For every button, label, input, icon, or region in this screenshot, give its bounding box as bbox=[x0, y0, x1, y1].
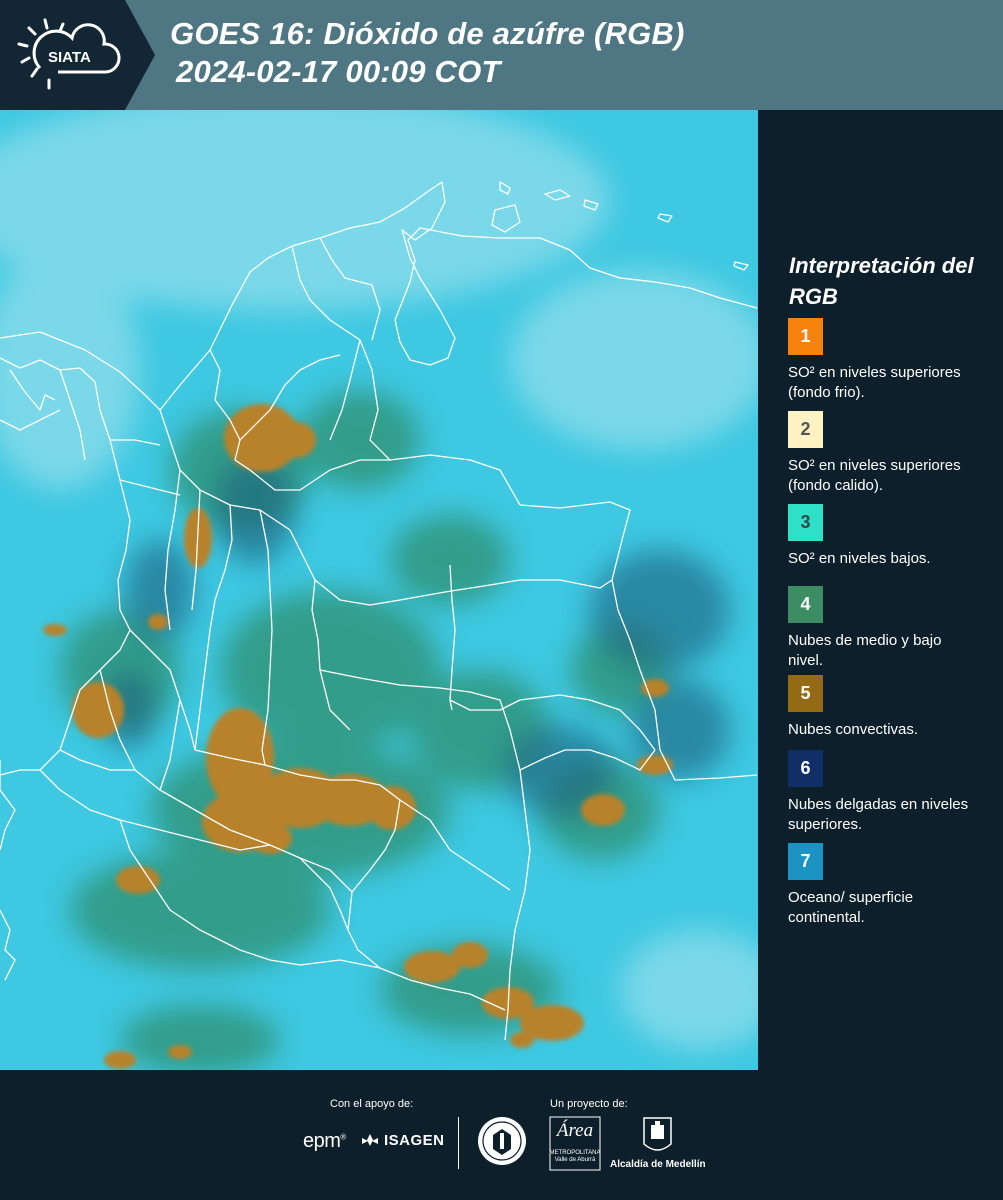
isagen-logo-text: ISAGEN bbox=[384, 1132, 445, 1149]
footer-divider bbox=[458, 1117, 459, 1169]
area-logo-name: Área bbox=[556, 1120, 594, 1141]
legend-description: Nubes delgadas en niveles superiores. bbox=[788, 796, 969, 833]
legend-description: SO² en niveles superiores (fondo calido)… bbox=[788, 457, 961, 494]
medellin-coat-of-arms-icon bbox=[643, 1117, 672, 1151]
legend-item-4: 4 Nubes de medio y bajo nivel. bbox=[788, 586, 988, 671]
isagen-mark-icon bbox=[362, 1133, 378, 1146]
isagen-logo[interactable]: ISAGEN bbox=[360, 1132, 445, 1149]
project-caption: Un proyecto de: bbox=[550, 1098, 628, 1110]
rgb-legend-panel: Interpretación del RGB 1 SO² en niveles s… bbox=[760, 110, 1003, 1070]
satellite-image bbox=[0, 110, 758, 1070]
legend-item-6: 6 Nubes delgadas en niveles superiores. bbox=[788, 750, 988, 835]
image-timestamp: 2024-02-17 00:09 COT bbox=[176, 54, 501, 89]
legend-item-7: 7 Oceano/ superficie continental. bbox=[788, 843, 988, 928]
epm-logo-text: epm bbox=[303, 1130, 341, 1152]
legend-swatch-1: 1 bbox=[788, 318, 823, 355]
footer-bar: Con el apoyo de: Un proyecto de: epm® IS… bbox=[0, 1070, 1003, 1200]
epm-logo[interactable]: epm® bbox=[303, 1130, 346, 1153]
legend-description: SO² en niveles bajos. bbox=[788, 550, 931, 567]
legend-item-2: 2 SO² en niveles superiores (fondo calido… bbox=[788, 411, 988, 496]
legend-title: Interpretación del RGB bbox=[789, 253, 974, 309]
legend-description: Nubes de medio y bajo nivel. bbox=[788, 632, 942, 669]
legend-swatch-7: 7 bbox=[788, 843, 823, 880]
legend-item-5: 5 Nubes convectivas. bbox=[788, 675, 988, 740]
siata-logo[interactable]: SIATA bbox=[0, 0, 160, 110]
alcaldia-medellin-logo[interactable]: Alcaldía de Medellín bbox=[610, 1116, 706, 1176]
support-caption: Con el apoyo de: bbox=[330, 1098, 414, 1110]
legend-swatch-3: 3 bbox=[788, 504, 823, 541]
legend-swatch-2: 2 bbox=[788, 411, 823, 448]
header-bar: SIATA GOES 16: Dióxido de azúfre (RGB) 2… bbox=[0, 0, 1003, 110]
legend-description: SO² en niveles superiores (fondo frio). bbox=[788, 364, 961, 401]
legend-swatch-4: 4 bbox=[788, 586, 823, 623]
siata-logo-text: SIATA bbox=[48, 49, 91, 66]
area-logo-subtext: METROPOLITANA Valle de Aburrá bbox=[549, 1150, 601, 1163]
legend-swatch-5: 5 bbox=[788, 675, 823, 712]
legend-description: Oceano/ superficie continental. bbox=[788, 889, 914, 926]
alcaldia-logo-name: Alcaldía de Medellín bbox=[610, 1159, 706, 1170]
area-metropolitana-logo[interactable]: Área METROPOLITANA Valle de Aburrá bbox=[549, 1116, 601, 1171]
legend-item-1: 1 SO² en niveles superiores (fondo frio). bbox=[788, 318, 988, 403]
page-title: GOES 16: Dióxido de azúfre (RGB) bbox=[170, 16, 685, 51]
university-seal-logo[interactable] bbox=[476, 1115, 528, 1167]
satellite-image-map[interactable] bbox=[0, 110, 758, 1070]
legend-item-3: 3 SO² en niveles bajos. bbox=[788, 504, 988, 569]
legend-description: Nubes convectivas. bbox=[788, 721, 919, 738]
legend-swatch-6: 6 bbox=[788, 750, 823, 787]
